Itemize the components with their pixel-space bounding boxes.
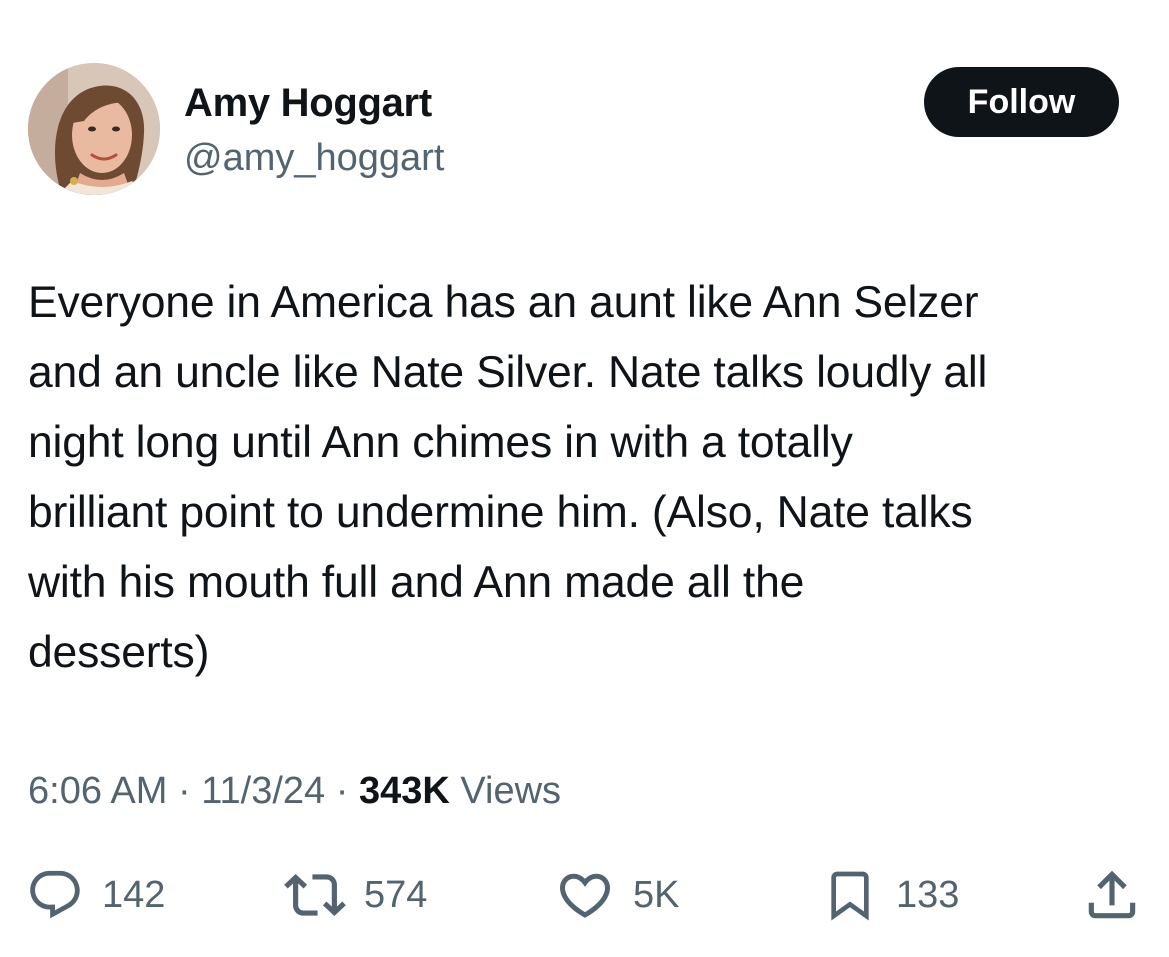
tweet-card: Amy Hoggart @amy_hoggart Follow Everyone… xyxy=(0,0,1169,957)
action-bar: 142 574 5K 133 xyxy=(0,855,1169,935)
tweet-text-line: Everyone in America has an aunt like Ann… xyxy=(28,278,979,327)
bookmark-button[interactable]: 133 xyxy=(822,855,959,935)
reply-icon xyxy=(30,870,80,919)
heart-icon xyxy=(559,873,611,918)
tweet-meta: 6:06 AM · 11/3/24 · 343K Views xyxy=(28,768,561,814)
retweet-count: 574 xyxy=(364,874,428,916)
bookmark-icon xyxy=(831,871,869,921)
retweet-icon xyxy=(284,874,346,916)
avatar[interactable] xyxy=(28,63,160,195)
reply-count: 142 xyxy=(102,874,166,916)
retweet-button[interactable]: 574 xyxy=(284,855,427,935)
like-count: 5K xyxy=(633,874,680,916)
share-button[interactable] xyxy=(1081,855,1143,935)
avatar-photo xyxy=(28,63,160,195)
tweet-text-line: desserts) xyxy=(28,628,210,677)
tweet-text-line: and an uncle like Nate Silver. Nate talk… xyxy=(28,348,988,397)
tweet-text-line: night long until Ann chimes in with a to… xyxy=(28,418,853,467)
like-button[interactable]: 5K xyxy=(555,855,679,935)
meta-separator: · xyxy=(325,770,359,812)
share-icon xyxy=(1088,870,1136,919)
bookmark-count: 133 xyxy=(896,874,960,916)
tweet-text: Everyone in America has an aunt like Ann… xyxy=(28,268,1158,688)
author-name[interactable]: Amy Hoggart xyxy=(184,80,432,126)
tweet-text-line: brilliant point to undermine him. (Also,… xyxy=(28,488,973,537)
tweet-text-line: with his mouth full and Ann made all the xyxy=(28,558,805,607)
follow-button[interactable]: Follow xyxy=(924,67,1119,137)
author-handle[interactable]: @amy_hoggart xyxy=(184,136,444,180)
views-label: Views xyxy=(449,770,562,812)
reply-button[interactable]: 142 xyxy=(26,855,165,935)
tweet-time[interactable]: 6:06 AM xyxy=(28,770,167,812)
meta-separator: · xyxy=(167,770,202,812)
views-count: 343K xyxy=(358,770,450,812)
tweet-date[interactable]: 11/3/24 xyxy=(201,770,325,812)
